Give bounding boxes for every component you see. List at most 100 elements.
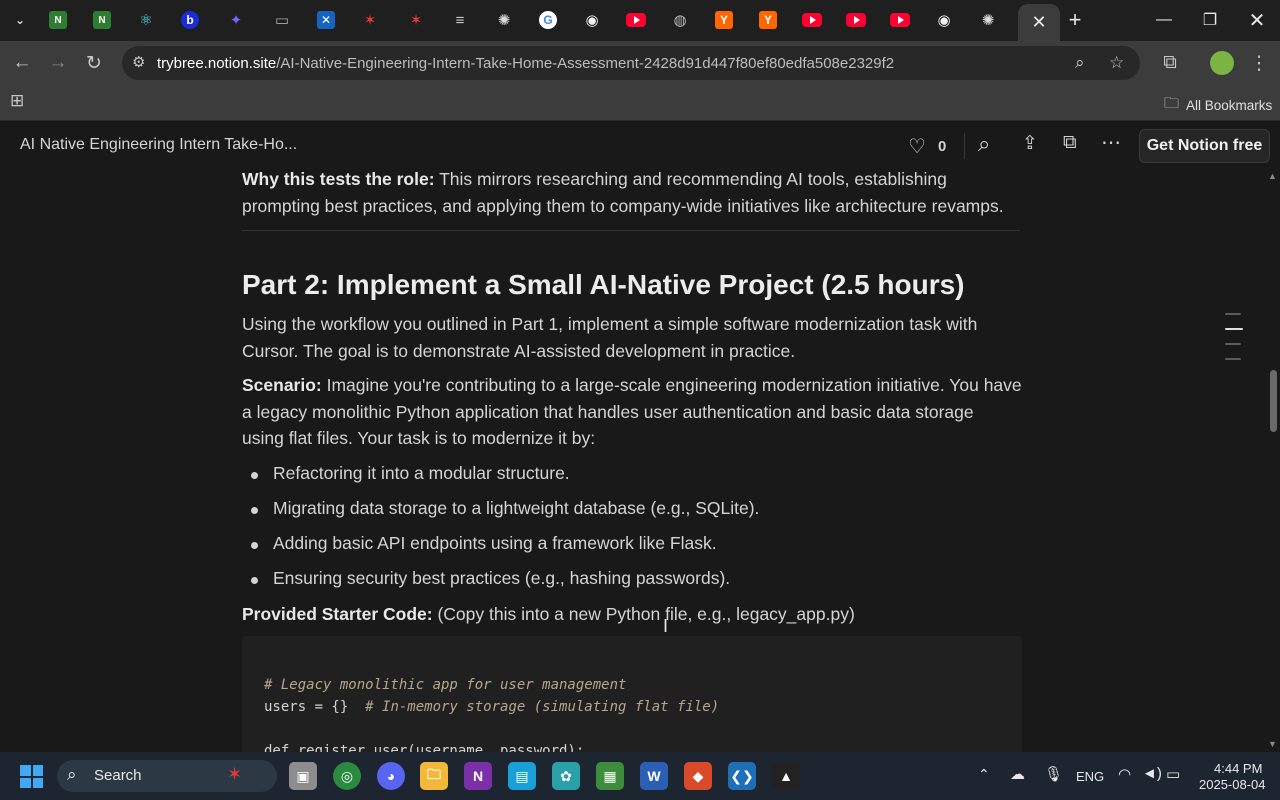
page-content: Why this tests the role: This mirrors re… (0, 171, 1266, 752)
bookmark-star-icon[interactable]: ☆ (1109, 53, 1124, 73)
taskbar-search[interactable]: ⌕ Search ✶ (57, 760, 277, 792)
close-tab-icon[interactable]: ✕ (1031, 12, 1046, 33)
file-explorer-icon[interactable]: 🗀 (420, 762, 448, 790)
tab-chatgpt-icon[interactable]: ✺ (976, 8, 1000, 32)
tab-strip: ⌄ N N ⚛ b ✦ ▭ ✕ ✶ ✶ ≡ ✺ G ◉ ◍ Y Y ◉ ✺ ✕ … (0, 0, 1280, 41)
battery-icon[interactable]: ▭ (1166, 765, 1180, 783)
tab-ycombinator-icon[interactable]: Y (756, 8, 780, 32)
duplicate-icon[interactable]: ⧉ (1063, 132, 1077, 154)
tab-maple-icon[interactable]: ✶ (358, 8, 382, 32)
tab-github-icon[interactable]: ◉ (932, 8, 956, 32)
menu-icon[interactable]: ⋮ (1245, 49, 1273, 77)
all-bookmarks-button[interactable]: 🗀 All Bookmarks (1164, 93, 1272, 118)
start-button[interactable] (20, 765, 43, 788)
apps-grid-icon[interactable]: ⊞ (10, 91, 24, 111)
tab-x-icon[interactable]: ✕ (314, 8, 338, 32)
folder-icon: 🗀 (1164, 95, 1180, 112)
chrome-icon[interactable]: ◎ (333, 762, 361, 790)
tab-b-icon[interactable]: b (178, 8, 202, 32)
tab-youtube-icon[interactable] (800, 8, 824, 32)
volume-icon[interactable]: ◄) (1142, 765, 1162, 782)
tab-chatgpt-icon[interactable]: ✺ (492, 8, 516, 32)
tab-globe-icon[interactable]: ◍ (668, 8, 692, 32)
app-icon[interactable]: ✿ (552, 762, 580, 790)
heart-icon: ♡ (908, 136, 926, 158)
intro-paragraph: Using the workflow you outlined in Part … (242, 311, 1022, 364)
tab-youtube-icon[interactable] (624, 8, 648, 32)
onenote-icon[interactable]: N (464, 762, 492, 790)
search-label: Search (94, 767, 142, 784)
address-bar[interactable]: ⚙ trybree.notion.site/AI-Native-Engineer… (122, 46, 1140, 80)
tab-search-chevron-icon[interactable]: ⌄ (8, 8, 32, 32)
language-indicator[interactable]: ENG (1076, 769, 1104, 784)
get-notion-free-button[interactable]: Get Notion free (1139, 129, 1270, 163)
page-title[interactable]: AI Native Engineering Intern Take-Ho... (20, 136, 297, 154)
show-hidden-icons-icon[interactable]: ⌃ (978, 766, 990, 783)
starter-code-paragraph: Provided Starter Code: (Copy this into a… (242, 601, 1022, 628)
scroll-down-icon[interactable]: ▼ (1268, 739, 1277, 749)
share-icon[interactable]: ⇪ (1022, 132, 1038, 155)
bookmarks-bar: ⊞ 🗀 All Bookmarks (0, 85, 1280, 121)
tab-google-icon[interactable]: G (536, 8, 560, 32)
reload-button[interactable]: ↻ (80, 49, 108, 77)
search-icon[interactable]: ⌕ (978, 131, 990, 157)
url-path: /AI-Native-Engineering-Intern-Take-Home-… (276, 55, 895, 72)
charts-app-icon[interactable]: ▦ (596, 762, 624, 790)
tab-notion-icon[interactable]: N (90, 8, 114, 32)
vscode-icon[interactable]: ❮❯ (728, 762, 756, 790)
url-text[interactable]: trybree.notion.site/AI-Native-Engineerin… (157, 55, 894, 72)
close-window-button[interactable]: ✕ (1237, 6, 1277, 34)
code-line: users = {} # In-memory storage (simulati… (264, 699, 720, 715)
scroll-up-icon[interactable]: ▲ (1268, 171, 1277, 181)
active-tab[interactable]: ✕ (1018, 4, 1060, 41)
minimize-button[interactable]: — (1144, 6, 1184, 34)
forward-button[interactable]: → (44, 49, 72, 77)
back-button[interactable]: ← (8, 49, 36, 77)
scrollbar[interactable]: ▲ ▼ (1266, 171, 1280, 752)
list-item: Adding basic API endpoints using a frame… (248, 533, 717, 554)
maple-leaf-icon: ✶ (227, 764, 243, 784)
code-block[interactable]: # Legacy monolithic app for user managem… (242, 636, 1022, 752)
tab-github-icon[interactable]: ◉ (580, 8, 604, 32)
toc-marker-active[interactable] (1225, 328, 1243, 330)
task-view-icon[interactable]: ▣ (289, 762, 317, 790)
tab-youtube-icon[interactable] (888, 8, 912, 32)
extensions-icon[interactable]: ⧉ (1156, 49, 1184, 77)
cursor-app-icon[interactable]: ▲ (772, 762, 800, 790)
code-line: # Legacy monolithic app for user managem… (264, 677, 627, 693)
like-button[interactable]: ♡ 0 (908, 134, 946, 159)
tab-ycombinator-icon[interactable]: Y (712, 8, 736, 32)
tab-youtube-icon[interactable] (844, 8, 868, 32)
planner-icon[interactable]: ▤ (508, 762, 536, 790)
tab-notion-icon[interactable]: N (46, 8, 70, 32)
toc-marker[interactable] (1225, 358, 1241, 360)
site-info-icon[interactable]: ⚙ (132, 53, 145, 71)
why-text-line-2: prompting best practices, and applying t… (242, 195, 1004, 216)
more-options-icon[interactable]: ⋯ (1101, 130, 1121, 155)
microphone-icon[interactable]: 🎙 (1044, 765, 1063, 783)
tab-brand-icon[interactable]: ✦ (224, 8, 248, 32)
toc-marker[interactable] (1225, 343, 1241, 345)
starter-label: Provided Starter Code: (242, 604, 433, 624)
word-icon[interactable]: W (640, 762, 668, 790)
tab-docs-icon[interactable]: ≡ (448, 8, 472, 32)
clock-date[interactable]: 2025-08-04 (1199, 777, 1266, 792)
wifi-icon[interactable]: ◠ (1118, 765, 1131, 783)
new-tab-button[interactable]: + (1063, 7, 1087, 32)
clock-time[interactable]: 4:44 PM (1214, 761, 1262, 776)
tab-maple-icon[interactable]: ✶ (404, 8, 428, 32)
tab-react-icon[interactable]: ⚛ (134, 8, 158, 32)
onedrive-icon[interactable]: ☁ (1010, 765, 1025, 783)
url-host: trybree.notion.site (157, 55, 277, 72)
discord-icon[interactable]: ◕ (377, 762, 405, 790)
tab-page-icon[interactable]: ▭ (270, 8, 294, 32)
scenario-line-1: Imagine you're contributing to a large-s… (321, 375, 1022, 395)
scrollbar-thumb[interactable] (1270, 370, 1277, 432)
restore-button[interactable]: ❐ (1190, 6, 1230, 34)
profile-avatar[interactable] (1210, 51, 1234, 75)
starter-text: (Copy this into a new Python file, e.g.,… (432, 604, 855, 624)
toc-marker[interactable] (1225, 313, 1241, 315)
zoom-icon[interactable]: ⌕ (1075, 53, 1085, 73)
code-line: def register_user(username, password): (264, 743, 585, 752)
git-icon[interactable]: ◆ (684, 762, 712, 790)
